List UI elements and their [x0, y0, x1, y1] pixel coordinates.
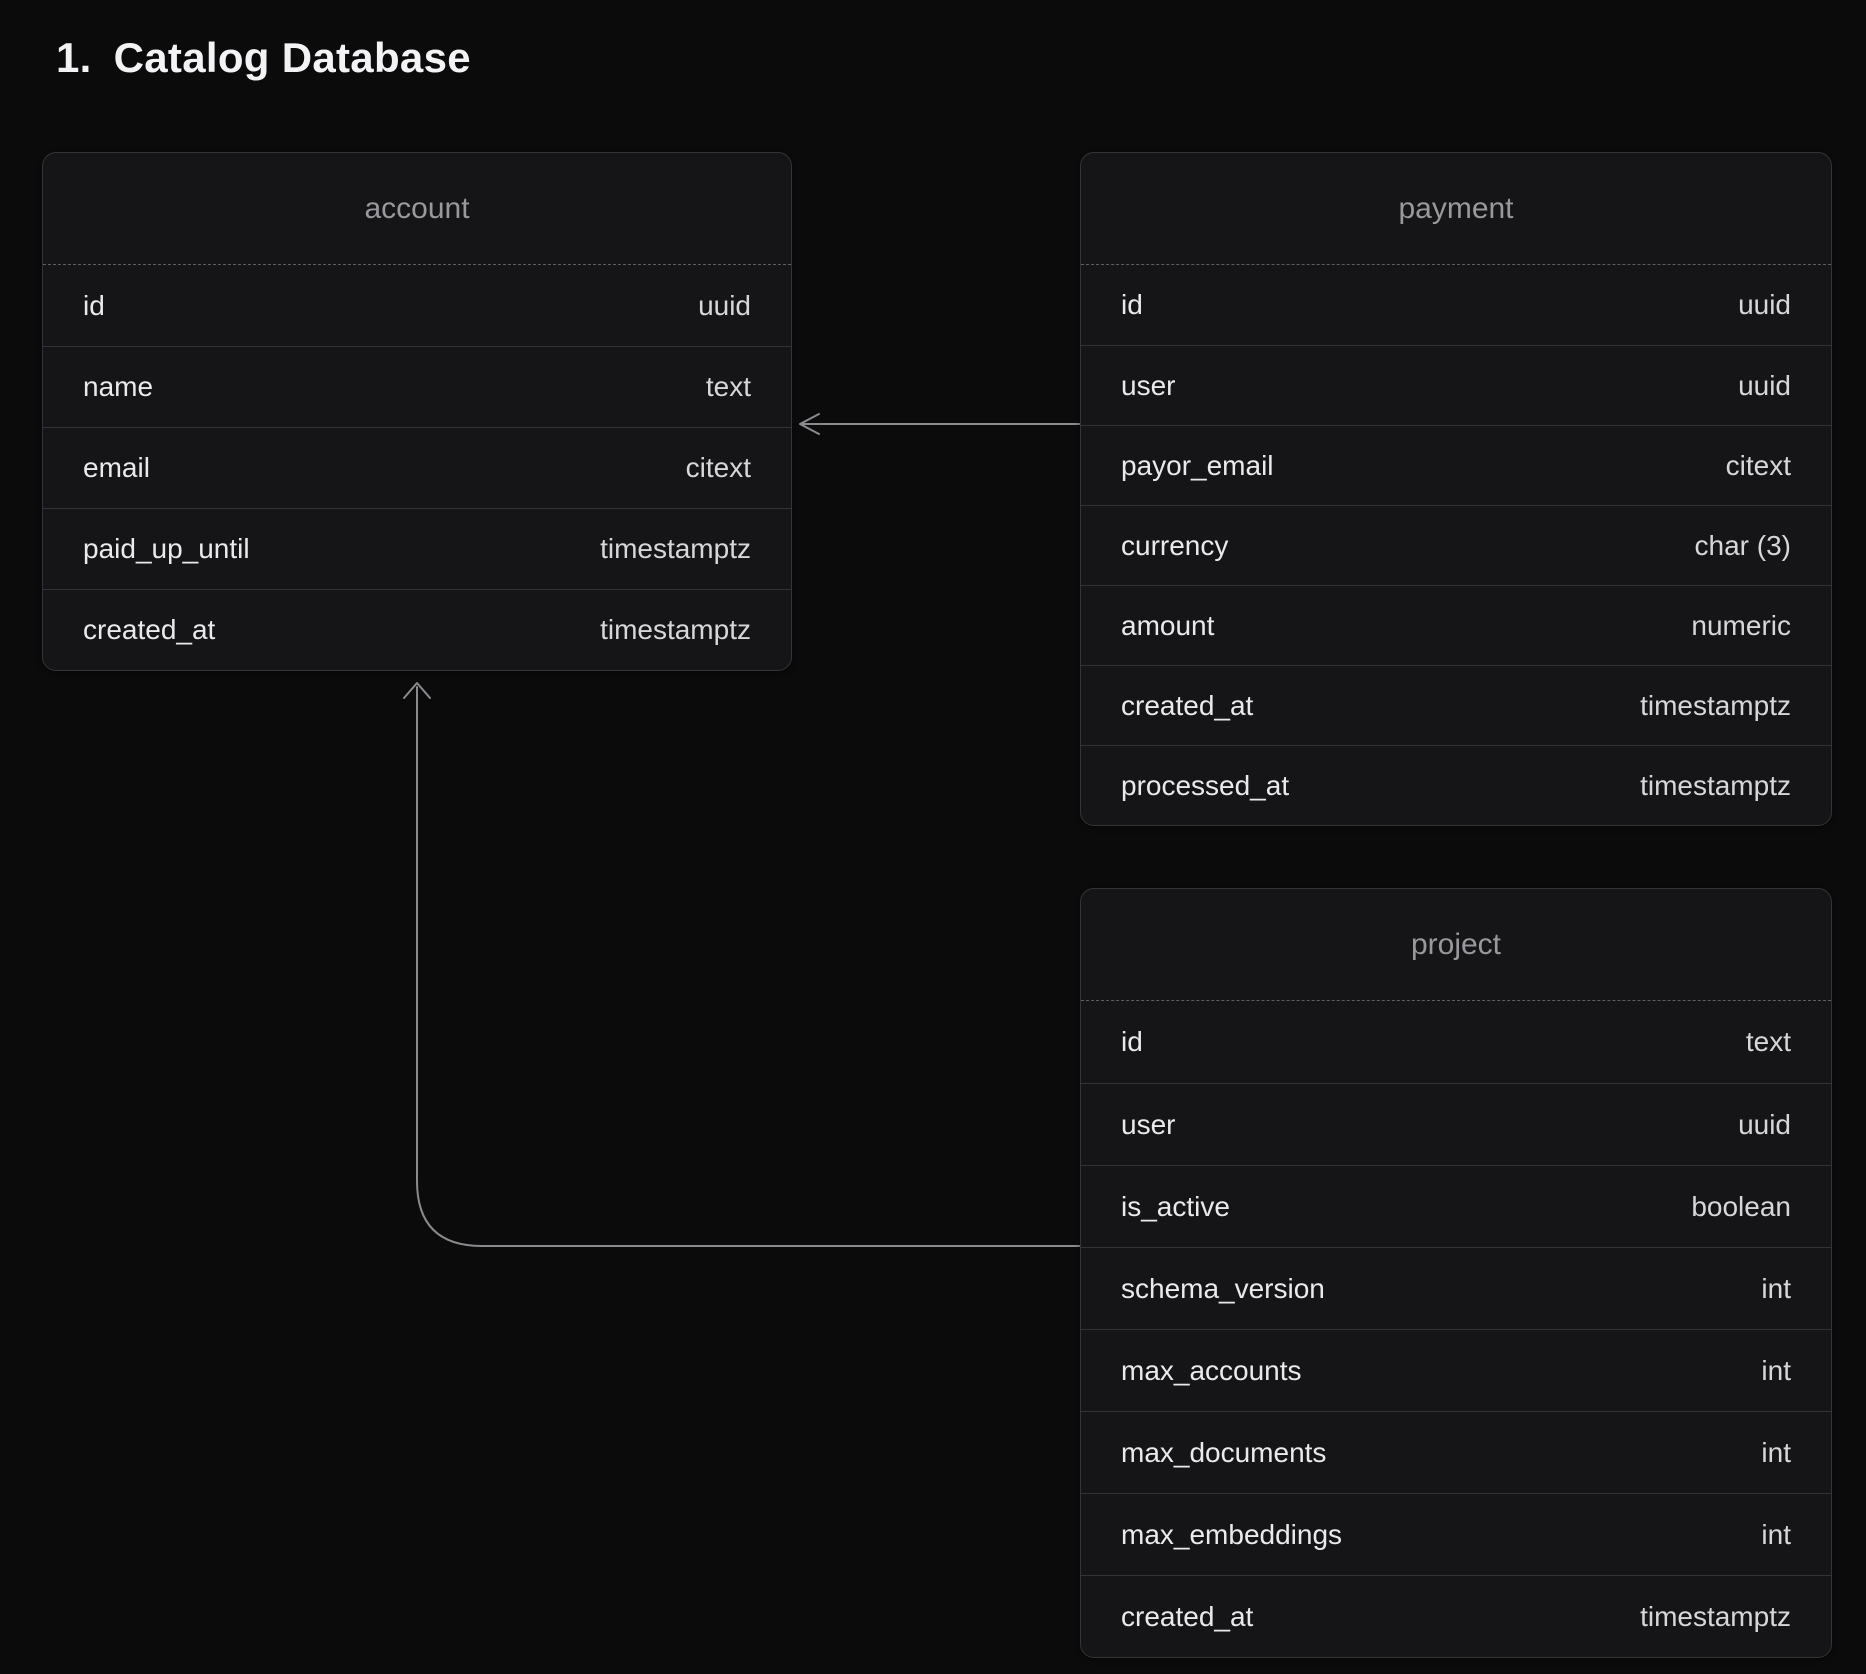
field-type: uuid — [1738, 370, 1791, 402]
table-account-title: account — [364, 192, 469, 226]
field-name: is_active — [1121, 1191, 1230, 1223]
field-name: id — [1121, 289, 1143, 321]
table-row: max_embeddings int — [1081, 1493, 1831, 1575]
field-name: processed_at — [1121, 770, 1289, 802]
field-name: max_embeddings — [1121, 1519, 1342, 1551]
arrowhead-up-icon — [404, 683, 430, 698]
diagram-title: 1. Catalog Database — [56, 34, 471, 82]
table-payment-title: payment — [1398, 192, 1513, 226]
table-row: is_active boolean — [1081, 1165, 1831, 1247]
field-type: text — [706, 371, 751, 403]
table-row: user uuid — [1081, 1083, 1831, 1165]
table-account[interactable]: account id uuid name text email citext p… — [42, 152, 792, 671]
field-type: char (3) — [1695, 530, 1791, 562]
field-name: id — [83, 290, 105, 322]
field-type: citext — [686, 452, 751, 484]
table-row: name text — [43, 346, 791, 427]
field-type: int — [1761, 1519, 1791, 1551]
field-name: created_at — [83, 614, 215, 646]
connector-project-to-account — [417, 687, 1080, 1246]
field-name: schema_version — [1121, 1273, 1325, 1305]
table-row: id uuid — [43, 265, 791, 346]
table-row: processed_at timestamptz — [1081, 745, 1831, 825]
field-type: int — [1761, 1273, 1791, 1305]
field-type: int — [1761, 1355, 1791, 1387]
field-name: created_at — [1121, 1601, 1253, 1633]
diagram-title-text: Catalog Database — [114, 34, 471, 82]
field-type: uuid — [1738, 289, 1791, 321]
table-row: payor_email citext — [1081, 425, 1831, 505]
field-type: uuid — [1738, 1109, 1791, 1141]
field-type: citext — [1726, 450, 1791, 482]
field-name: payor_email — [1121, 450, 1274, 482]
table-project[interactable]: project id text user uuid is_active bool… — [1080, 888, 1832, 1658]
table-row: id text — [1081, 1001, 1831, 1083]
table-row: max_documents int — [1081, 1411, 1831, 1493]
table-row: created_at timestamptz — [1081, 1575, 1831, 1657]
field-name: created_at — [1121, 690, 1253, 722]
field-type: timestamptz — [1640, 1601, 1791, 1633]
table-row: created_at timestamptz — [1081, 665, 1831, 745]
field-name: max_accounts — [1121, 1355, 1302, 1387]
arrowhead-left-icon — [800, 414, 819, 434]
field-name: email — [83, 452, 150, 484]
table-row: user uuid — [1081, 345, 1831, 425]
field-type: timestamptz — [600, 533, 751, 565]
field-type: boolean — [1691, 1191, 1791, 1223]
field-name: paid_up_until — [83, 533, 250, 565]
table-payment-header[interactable]: payment — [1081, 153, 1831, 265]
field-name: amount — [1121, 610, 1214, 642]
field-type: int — [1761, 1437, 1791, 1469]
table-row: id uuid — [1081, 265, 1831, 345]
field-type: timestamptz — [1640, 690, 1791, 722]
field-name: user — [1121, 1109, 1175, 1141]
table-row: paid_up_until timestamptz — [43, 508, 791, 589]
field-type: numeric — [1691, 610, 1791, 642]
table-row: schema_version int — [1081, 1247, 1831, 1329]
field-type: uuid — [698, 290, 751, 322]
table-row: created_at timestamptz — [43, 589, 791, 670]
field-name: name — [83, 371, 153, 403]
field-name: user — [1121, 370, 1175, 402]
diagram-title-number: 1. — [56, 34, 92, 82]
field-type: text — [1746, 1026, 1791, 1058]
field-name: currency — [1121, 530, 1228, 562]
table-row: max_accounts int — [1081, 1329, 1831, 1411]
table-payment[interactable]: payment id uuid user uuid payor_email ci… — [1080, 152, 1832, 826]
field-type: timestamptz — [600, 614, 751, 646]
field-name: id — [1121, 1026, 1143, 1058]
table-row: email citext — [43, 427, 791, 508]
diagram-canvas[interactable]: 1. Catalog Database account id uuid name… — [0, 0, 1866, 1674]
table-project-header[interactable]: project — [1081, 889, 1831, 1001]
table-row: amount numeric — [1081, 585, 1831, 665]
field-name: max_documents — [1121, 1437, 1326, 1469]
table-account-header[interactable]: account — [43, 153, 791, 265]
field-type: timestamptz — [1640, 770, 1791, 802]
table-project-title: project — [1411, 928, 1501, 962]
table-row: currency char (3) — [1081, 505, 1831, 585]
